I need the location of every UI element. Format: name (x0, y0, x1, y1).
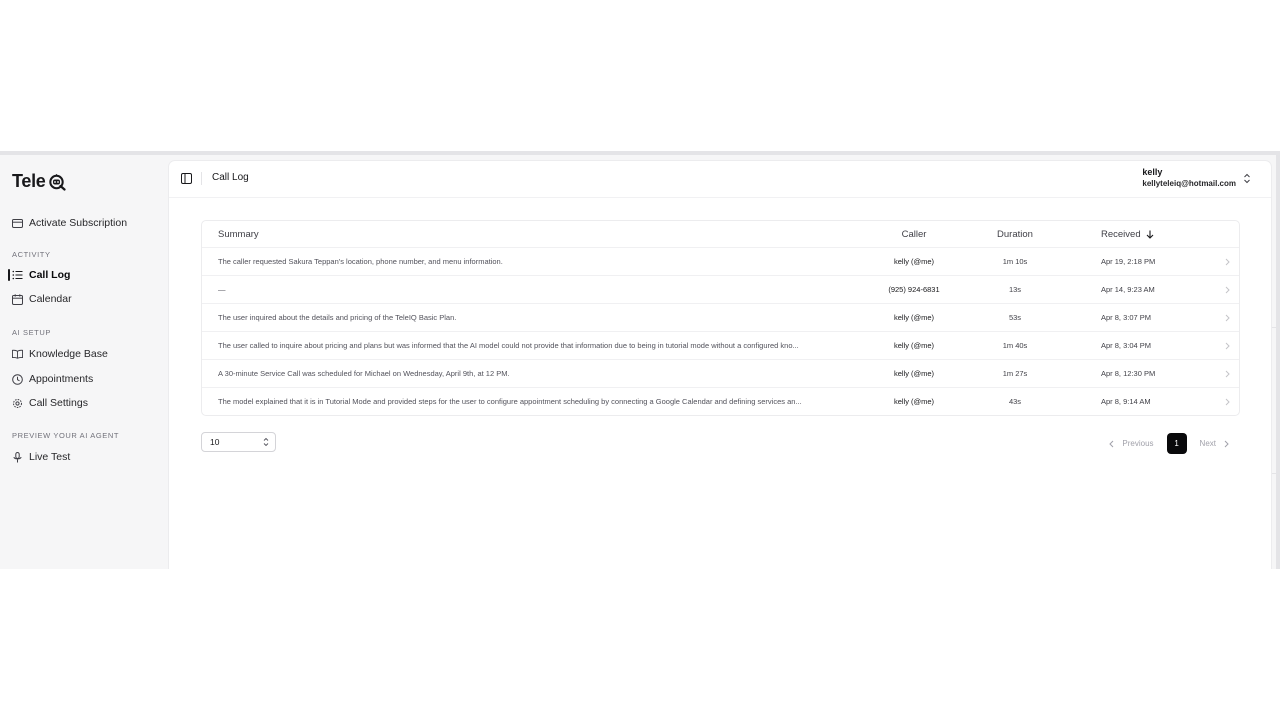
page-button-current[interactable]: 1 (1166, 433, 1187, 454)
summary-cell: A 30-minute Service Call was scheduled f… (218, 369, 510, 378)
duration-cell: 1m 10s (1002, 257, 1028, 266)
duration-cell: 1m 40s (1002, 341, 1028, 350)
clock-icon (12, 373, 23, 385)
sidebar-item-label: Knowledge Base (29, 348, 108, 360)
user-menu-button[interactable]: kelly kellyteleiq@hotmail.com (1142, 167, 1251, 189)
sidebar-item-knowledge-base[interactable]: Knowledge Base (12, 346, 108, 362)
logo[interactable]: Tele (12, 171, 67, 192)
received-cell: Apr 14, 9:23 AM (1101, 285, 1155, 294)
duration-cell: 13s (1008, 285, 1022, 294)
received-header-label: Received (1101, 228, 1141, 240)
column-header-duration: Duration (997, 228, 1033, 240)
section-label-ai-setup: AI SETUP (12, 328, 51, 337)
caller-cell: kelly (@me) (893, 341, 935, 350)
window-edge (1276, 155, 1280, 569)
page-size-value: 10 (210, 437, 220, 447)
received-cell: Apr 8, 12:30 PM (1101, 369, 1156, 378)
sidebar-toggle-icon[interactable] (181, 173, 192, 184)
table-row[interactable]: The model explained that it is in Tutori… (202, 388, 1239, 415)
summary-cell: The user inquired about the details and … (218, 313, 457, 322)
summary-cell: The model explained that it is in Tutori… (218, 397, 802, 406)
user-name: kelly (1142, 167, 1163, 177)
activate-subscription-button[interactable]: Activate Subscription (12, 215, 127, 231)
previous-label: Previous (1122, 439, 1154, 448)
chevron-right-icon (1222, 276, 1232, 303)
page-title: Call Log (212, 172, 249, 183)
column-header-summary: Summary (218, 228, 259, 240)
sidebar-item-label: Call Settings (29, 397, 88, 409)
duration-cell: 43s (1008, 397, 1022, 406)
caller-cell: (925) 924-6831 (888, 285, 940, 294)
caller-cell: kelly (@me) (893, 397, 935, 406)
page-size-select[interactable]: 10 (201, 432, 276, 452)
chevron-right-icon (1222, 332, 1232, 359)
received-cell: Apr 8, 9:14 AM (1101, 397, 1151, 406)
chevron-right-icon (1222, 388, 1232, 415)
duration-cell: 1m 27s (1002, 369, 1028, 378)
table-row[interactable]: — (925) 924-6831 13s Apr 14, 9:23 AM (202, 276, 1239, 304)
chevron-right-icon (1224, 440, 1229, 447)
sidebar-item-label: Live Test (29, 451, 71, 463)
chevron-right-icon (1222, 248, 1232, 275)
arrow-down-icon (1146, 230, 1153, 239)
calendar-icon (12, 293, 23, 305)
duration-cell: 53s (1008, 313, 1022, 322)
previous-page-button[interactable]: Previous (1109, 439, 1154, 448)
sidebar: Tele Activate Subscription ACTIVITY Call… (0, 155, 168, 569)
sidebar-item-live-test[interactable]: Live Test (12, 449, 70, 465)
caller-cell: kelly (@me) (893, 369, 935, 378)
user-email: kellyteleiq@hotmail.com (1142, 179, 1236, 188)
app-window: Tele Activate Subscription ACTIVITY Call… (0, 151, 1280, 569)
summary-cell: — (218, 285, 226, 294)
sidebar-item-label: Calendar (29, 293, 72, 305)
list-icon (12, 270, 23, 281)
chevron-up-down-icon (263, 437, 269, 447)
column-header-caller: Caller (901, 228, 927, 240)
table-row[interactable]: The caller requested Sakura Teppan's loc… (202, 248, 1239, 276)
summary-cell: The caller requested Sakura Teppan's loc… (218, 257, 503, 266)
sidebar-item-label: Appointments (29, 373, 94, 385)
caller-cell: kelly (@me) (893, 257, 935, 266)
chevron-left-icon (1109, 440, 1114, 447)
received-cell: Apr 8, 3:04 PM (1101, 341, 1152, 350)
chevron-up-down-icon (1244, 173, 1250, 183)
section-label-preview: PREVIEW YOUR AI AGENT (12, 431, 120, 440)
book-icon (12, 349, 23, 360)
edge-tick (1272, 473, 1280, 474)
main-panel: Call Log kelly kellyteleiq@hotmail.com S… (169, 161, 1271, 569)
table-row[interactable]: A 30-minute Service Call was scheduled f… (202, 360, 1239, 388)
user-info: kelly kellyteleiq@hotmail.com (1142, 167, 1236, 189)
edge-tick (1272, 327, 1280, 328)
table-row[interactable]: The user called to inquire about pricing… (202, 332, 1239, 360)
credit-card-icon (12, 218, 23, 229)
caller-cell: kelly (@me) (893, 313, 935, 322)
next-label: Next (1199, 439, 1216, 448)
microphone-icon (12, 451, 23, 463)
table-header-row: Summary Caller Duration Received (202, 221, 1239, 248)
next-page-button[interactable]: Next (1200, 439, 1229, 448)
topbar: Call Log kelly kellyteleiq@hotmail.com (169, 161, 1271, 198)
summary-cell: The user called to inquire about pricing… (218, 341, 799, 350)
received-cell: Apr 19, 2:18 PM (1101, 257, 1156, 266)
call-log-table: Summary Caller Duration Received The cal… (201, 220, 1240, 416)
logo-text: Tele (12, 171, 46, 191)
sidebar-item-appointments[interactable]: Appointments (12, 371, 93, 387)
chevron-right-icon (1222, 360, 1232, 387)
activate-subscription-label: Activate Subscription (29, 217, 128, 229)
sidebar-item-calendar[interactable]: Calendar (12, 291, 72, 307)
chevron-right-icon (1222, 304, 1232, 331)
sidebar-item-call-log[interactable]: Call Log (12, 267, 70, 283)
section-label-activity: ACTIVITY (12, 250, 51, 259)
topbar-divider (201, 172, 202, 185)
active-indicator (8, 269, 10, 281)
sidebar-item-label: Call Log (29, 269, 71, 281)
gear-icon (12, 398, 23, 409)
robot-logo-icon (49, 173, 67, 191)
received-cell: Apr 8, 3:07 PM (1101, 313, 1152, 322)
table-row[interactable]: The user inquired about the details and … (202, 304, 1239, 332)
pagination: Previous 1 Next (1109, 433, 1229, 454)
column-header-received[interactable]: Received (1101, 221, 1221, 247)
sidebar-item-call-settings[interactable]: Call Settings (12, 395, 88, 411)
